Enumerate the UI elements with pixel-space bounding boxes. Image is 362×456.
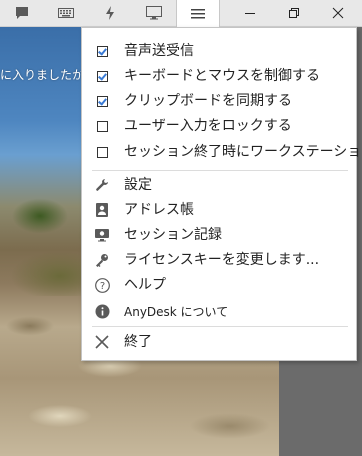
monitor-icon xyxy=(146,6,162,20)
checkbox-lock-on-end[interactable] xyxy=(94,144,110,160)
session-toolbar xyxy=(0,0,362,27)
menu-item-help[interactable]: ? ヘルプ xyxy=(82,273,356,297)
menu-item-license-key[interactable]: ライセンスキーを変更します... xyxy=(82,248,356,272)
menu-item-label: 設定 xyxy=(124,177,152,193)
menu-item-label: セッション記録 xyxy=(124,227,222,243)
checkbox-audio[interactable] xyxy=(94,43,110,59)
chat-button[interactable] xyxy=(0,0,44,26)
info-icon xyxy=(94,303,110,319)
checkbox-lock-input[interactable] xyxy=(94,118,110,134)
menu-item-label: ヘルプ xyxy=(124,277,166,293)
display-button[interactable] xyxy=(132,0,176,26)
session-menu: 音声送受信 キーボードとマウスを制御する クリップボードを同期する ユーザー入力… xyxy=(81,27,362,361)
close-x-icon xyxy=(94,334,110,350)
menu-item-label: クリップボードを同期する xyxy=(124,93,292,109)
menu-item-label: ユーザー入力をロックする xyxy=(124,118,292,134)
close-window-button[interactable] xyxy=(316,0,360,26)
menu-item-settings[interactable]: 設定 xyxy=(82,173,356,197)
menu-item-sync-clipboard[interactable]: クリップボードを同期する xyxy=(82,89,356,113)
menu-item-label: セッション終了時にワークステーショ... xyxy=(124,144,362,160)
menu-item-exit[interactable]: 終了 xyxy=(82,330,356,354)
checked-checkbox-icon xyxy=(96,45,108,57)
chat-icon xyxy=(15,6,29,20)
menu-item-label: 終了 xyxy=(124,334,152,350)
menu-button[interactable] xyxy=(176,0,220,27)
menu-separator xyxy=(92,326,348,327)
checkbox-control-input[interactable] xyxy=(94,68,110,84)
wrench-icon xyxy=(94,177,110,193)
help-icon: ? xyxy=(94,277,110,293)
keyboard-icon xyxy=(58,8,74,18)
menu-item-address-book[interactable]: アドレス帳 xyxy=(82,198,356,222)
restore-icon xyxy=(288,7,300,19)
checked-checkbox-icon xyxy=(96,95,108,107)
unchecked-checkbox-icon xyxy=(96,120,108,132)
minimize-icon xyxy=(244,7,256,19)
menu-item-lock-input[interactable]: ユーザー入力をロックする xyxy=(82,114,356,138)
close-icon xyxy=(332,7,344,19)
menu-item-label: ライセンスキーを変更します... xyxy=(124,252,320,268)
remote-partial-text: に入りましたか? xyxy=(0,68,91,82)
checkbox-sync-clipboard[interactable] xyxy=(94,93,110,109)
license-key-icon xyxy=(94,252,110,268)
menu-item-control-input[interactable]: キーボードとマウスを制御する xyxy=(82,64,356,88)
svg-text:?: ? xyxy=(99,281,104,292)
menu-item-label: AnyDesk について xyxy=(124,305,229,319)
unchecked-checkbox-icon xyxy=(96,146,108,158)
menu-item-label: 音声送受信 xyxy=(124,43,194,59)
restore-button[interactable] xyxy=(272,0,316,26)
address-book-icon xyxy=(94,202,110,218)
lightning-icon xyxy=(105,6,115,20)
menu-item-about[interactable]: AnyDesk について xyxy=(82,299,356,323)
menu-item-audio[interactable]: 音声送受信 xyxy=(82,39,356,63)
menu-item-session-recording[interactable]: セッション記録 xyxy=(82,223,356,247)
keyboard-button[interactable] xyxy=(44,0,88,26)
menu-separator xyxy=(92,170,348,171)
session-recording-icon xyxy=(94,227,110,243)
checked-checkbox-icon xyxy=(96,70,108,82)
actions-button[interactable] xyxy=(88,0,132,26)
hamburger-menu-icon xyxy=(191,8,205,20)
menu-item-lock-on-end[interactable]: セッション終了時にワークステーショ... xyxy=(82,140,362,164)
minimize-button[interactable] xyxy=(228,0,272,26)
menu-item-label: キーボードとマウスを制御する xyxy=(124,68,320,84)
menu-item-label: アドレス帳 xyxy=(124,202,194,218)
